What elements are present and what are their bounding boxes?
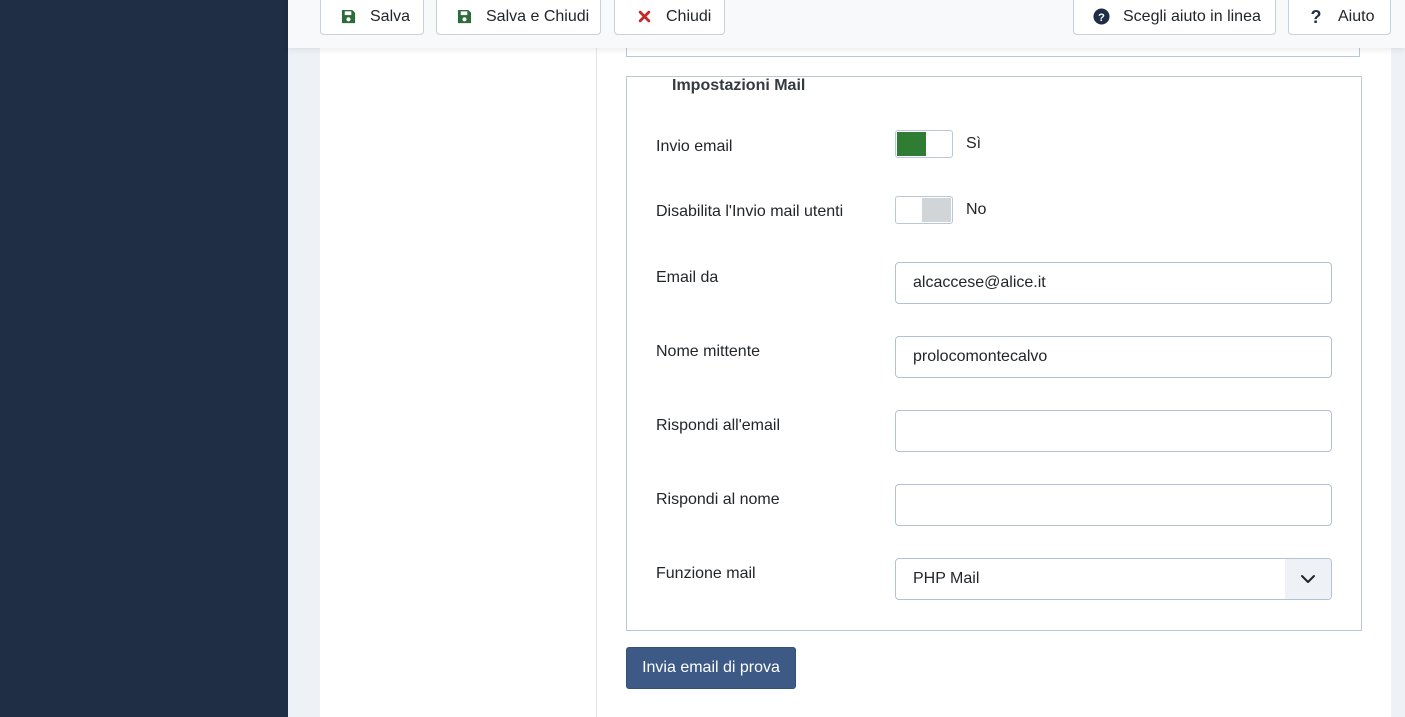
choose-online-help-button[interactable]: ? Scegli aiuto in linea [1073,0,1276,35]
save-and-close-label: Salva e Chiudi [486,7,590,25]
question-icon: ? [1307,8,1325,26]
send-email-label: Invio email [656,138,733,155]
save-button[interactable]: Salva [320,0,424,35]
close-icon [635,8,653,26]
switch-knob [897,132,926,156]
reply-to-name-label: Rispondi al nome [656,491,780,508]
mail-settings-legend: Impostazioni Mail [656,77,822,95]
tabs-column [320,0,597,717]
switch-knob [922,198,951,222]
reply-to-email-label: Rispondi all'email [656,417,780,434]
reply-to-name-input[interactable] [895,484,1332,526]
toolbar: Salva Salva e Chiudi Chiudi ? Scegli aiu… [288,0,1405,48]
close-button[interactable]: Chiudi [614,0,725,35]
choose-online-help-label: Scegli aiuto in linea [1123,7,1261,25]
save-label: Salva [370,7,411,25]
help-label: Aiuto [1338,7,1375,25]
send-email-switch[interactable] [895,130,953,158]
from-name-label: Nome mittente [656,343,761,360]
chevron-down-icon [1285,559,1331,599]
svg-text:?: ? [1311,8,1322,26]
disable-user-mail-label: Disabilita l'Invio mail utenti [656,203,844,220]
send-test-email-button[interactable]: Invia email di prova [626,647,796,689]
send-email-state: Sì [966,135,982,152]
question-circle-icon: ? [1092,8,1110,26]
reply-to-email-input[interactable] [895,410,1332,452]
save-and-close-button[interactable]: Salva e Chiudi [436,0,601,35]
close-label: Chiudi [666,7,712,25]
save-icon [339,8,357,26]
email-from-input[interactable] [895,262,1332,304]
mailer-label: Funzione mail [656,565,756,582]
save-icon [455,8,473,26]
disable-user-mail-state: No [966,201,987,218]
from-name-input[interactable] [895,336,1332,378]
help-button[interactable]: ? Aiuto [1288,0,1391,35]
sidebar [0,0,288,717]
svg-text:?: ? [1098,12,1105,24]
disable-user-mail-switch[interactable] [895,196,953,224]
mailer-select[interactable]: PHP Mail [895,558,1332,600]
email-from-label: Email da [656,269,719,286]
mailer-selected-value: PHP Mail [913,570,980,587]
